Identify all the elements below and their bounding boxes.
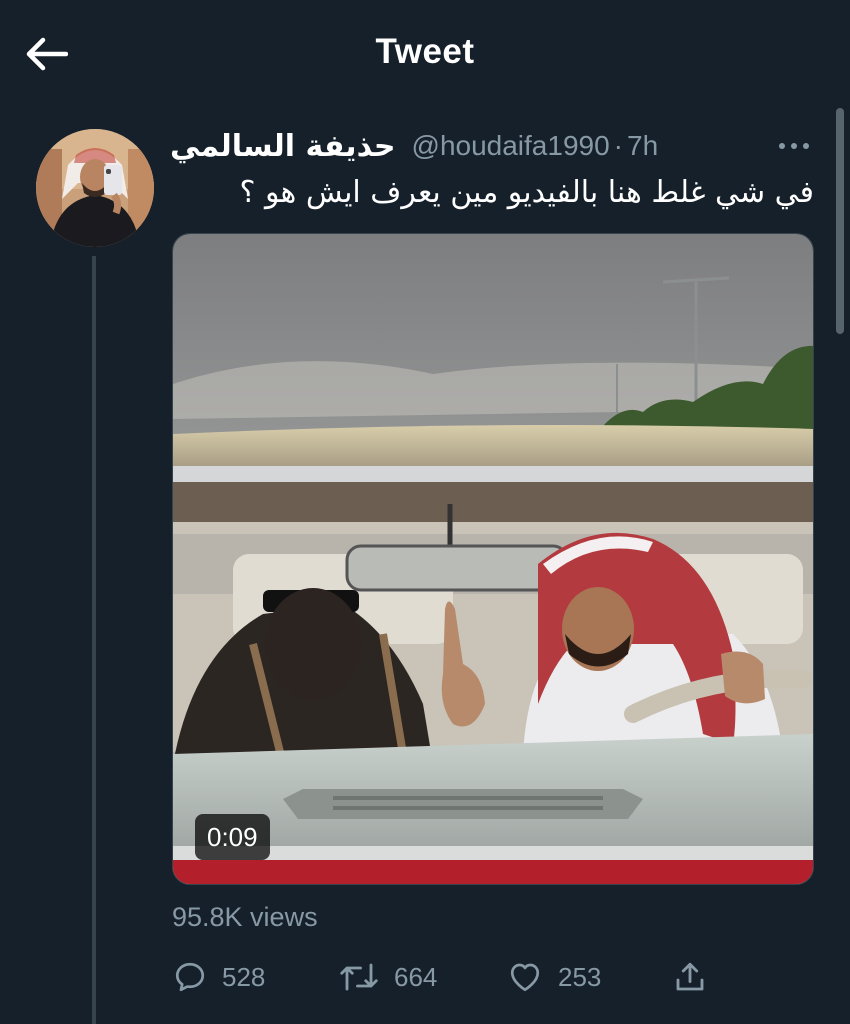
- like-count: 253: [558, 961, 602, 992]
- more-horizontal-icon: [779, 143, 785, 149]
- reply-button[interactable]: 528: [172, 953, 265, 1001]
- top-bar: Tweet: [0, 0, 850, 105]
- tweet-timestamp[interactable]: 7h: [627, 130, 658, 162]
- more-options-button[interactable]: [772, 132, 816, 160]
- reply-icon: [172, 959, 208, 995]
- video-duration-badge: 0:09: [195, 814, 270, 860]
- separator-dot: ·: [613, 130, 623, 161]
- retweet-button[interactable]: 664: [338, 953, 437, 1001]
- share-icon: [672, 959, 708, 995]
- author-handle[interactable]: @houdaifa1990: [412, 130, 610, 162]
- retweet-icon: [338, 959, 380, 995]
- view-count[interactable]: 95.8K views: [172, 902, 318, 933]
- tweet-author-row: حذيفة السالمي @houdaifa1990 · 7h: [170, 124, 710, 168]
- heart-icon: [506, 959, 544, 995]
- thread-line: [92, 256, 96, 1024]
- tweet-text: في شي غلط هنا بالفيديو مين يعرف ايش هو ؟: [239, 175, 814, 210]
- tweet-video[interactable]: 0:09: [172, 233, 814, 885]
- reply-count: 528: [222, 961, 266, 992]
- page-title: Tweet: [375, 32, 475, 71]
- author-display-name[interactable]: حذيفة السالمي: [170, 129, 396, 164]
- share-button[interactable]: [672, 953, 708, 1001]
- scrollbar[interactable]: [836, 108, 844, 334]
- tweet-detail-screen: Tweet حذيفة السالمي @houdaifa1990 · 7h ف…: [0, 0, 850, 1024]
- video-thumbnail: [173, 234, 813, 884]
- retweet-count: 664: [394, 961, 438, 992]
- avatar[interactable]: [36, 129, 154, 247]
- like-button[interactable]: 253: [506, 953, 601, 1001]
